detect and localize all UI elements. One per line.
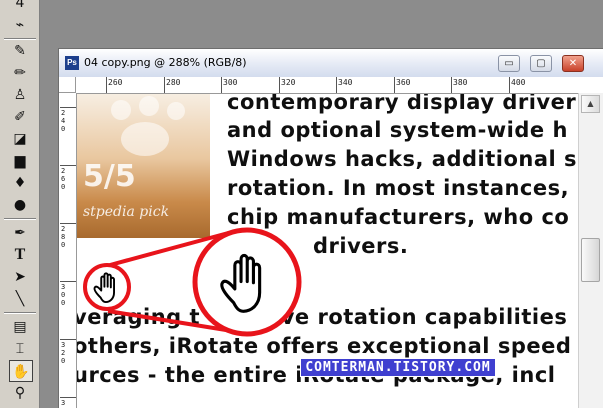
text-line: Windows hacks, additional s bbox=[227, 147, 578, 171]
watermark-banner: COMTERMAN.TISTORY.COM bbox=[300, 358, 496, 377]
zoom-tool-icon[interactable]: ⚲ bbox=[9, 382, 31, 404]
line-tool-icon[interactable]: ╲ bbox=[9, 288, 31, 310]
horizontal-ruler[interactable]: 260 280 300 320 340 360 380 400 bbox=[76, 77, 603, 94]
ruler-major-tick bbox=[279, 77, 280, 93]
ruler-major-tick bbox=[60, 397, 76, 398]
dodge-tool-icon[interactable]: ● bbox=[9, 194, 31, 216]
ruler-label: 280 bbox=[166, 78, 181, 87]
type-tool-icon[interactable]: T bbox=[9, 244, 31, 266]
text-line: drivers. bbox=[313, 234, 409, 258]
document-window: Ps 04 copy.png @ 288% (RGB/8) ▭ ▢ ✕ 260 … bbox=[58, 48, 603, 408]
minimize-button[interactable]: ▭ bbox=[498, 55, 520, 72]
ruler-major-tick bbox=[60, 281, 76, 282]
ruler-label: 280 bbox=[61, 225, 66, 249]
ruler-major-tick bbox=[164, 77, 165, 93]
ruler-major-tick bbox=[60, 223, 76, 224]
ruler-label: 320 bbox=[61, 341, 66, 365]
restore-button[interactable]: ▢ bbox=[530, 55, 552, 72]
ruler-label: 300 bbox=[61, 283, 66, 307]
ruler-major-tick bbox=[509, 77, 510, 93]
logo-paw-toe bbox=[167, 102, 185, 120]
path-selection-icon[interactable]: ➤ bbox=[9, 266, 31, 288]
ruler-major-tick bbox=[336, 77, 337, 93]
tools-palette: 4 ⌁ ✎ ✏ ♙ ✐ ◪ ▆ ♦ ● ✒ T ➤ ╲ ▤ ⌶ ✋ ⚲ bbox=[0, 0, 40, 408]
pen-tool-icon[interactable]: ✒ bbox=[9, 222, 31, 244]
scroll-thumb[interactable] bbox=[581, 238, 600, 282]
hand-tool-icon[interactable]: ✋ bbox=[9, 360, 33, 382]
text-line: chip manufacturers, who co bbox=[227, 205, 570, 229]
tool-separator bbox=[4, 312, 36, 314]
ruler-label: 260 bbox=[61, 167, 66, 191]
ruler-major-tick bbox=[221, 77, 222, 93]
text-line: and optional system-wide h bbox=[227, 118, 568, 142]
history-brush-icon[interactable]: ✐ bbox=[9, 106, 31, 128]
tool-top-partial[interactable]: 4 bbox=[9, 0, 31, 14]
gradient-tool-icon[interactable]: ▆ bbox=[9, 150, 31, 172]
document-title-bar[interactable]: Ps 04 copy.png @ 288% (RGB/8) ▭ ▢ ✕ bbox=[59, 49, 603, 78]
close-button[interactable]: ✕ bbox=[562, 55, 584, 72]
softpedia-pick-logo: 5/5 stpedia pick bbox=[77, 94, 210, 238]
text-line: others, iRotate offers exceptional speed bbox=[77, 334, 572, 358]
ruler-label: 260 bbox=[108, 78, 123, 87]
ruler-origin[interactable] bbox=[59, 77, 76, 93]
ruler-major-tick bbox=[60, 339, 76, 340]
ruler-major-tick bbox=[451, 77, 452, 93]
healing-brush-icon[interactable]: ✎ bbox=[9, 40, 31, 62]
scroll-up-button[interactable]: ▲ bbox=[581, 95, 600, 113]
text-line: rotation. In most instances, bbox=[227, 176, 570, 200]
logo-paw-toe bbox=[139, 96, 159, 116]
document-title: 04 copy.png @ 288% (RGB/8) bbox=[84, 56, 247, 69]
logo-caption: stpedia pick bbox=[83, 204, 170, 220]
pencil-tool-icon[interactable]: ✏ bbox=[9, 62, 31, 84]
blur-tool-icon[interactable]: ♦ bbox=[9, 172, 31, 194]
clone-stamp-icon[interactable]: ♙ bbox=[9, 84, 31, 106]
ruler-label: 340 bbox=[338, 78, 353, 87]
logo-paw-toe bbox=[111, 100, 131, 120]
ruler-label: 320 bbox=[281, 78, 296, 87]
vertical-ruler[interactable]: 240 260 280 300 320 340 bbox=[59, 93, 77, 408]
tool-separator bbox=[4, 218, 36, 220]
logo-paw-pad bbox=[121, 122, 169, 156]
ruler-label: 300 bbox=[223, 78, 238, 87]
ruler-label: 360 bbox=[396, 78, 411, 87]
brush-tool-icon[interactable]: ⌁ bbox=[9, 14, 31, 36]
photoshop-document-icon: Ps bbox=[65, 56, 79, 70]
ruler-label: 240 bbox=[61, 109, 66, 133]
ruler-label: 380 bbox=[453, 78, 468, 87]
eyedropper-tool-icon[interactable]: ⌶ bbox=[9, 338, 31, 360]
ruler-major-tick bbox=[60, 107, 76, 108]
vertical-scrollbar[interactable]: ▲ bbox=[578, 93, 603, 408]
eraser-tool-icon[interactable]: ◪ bbox=[9, 128, 31, 150]
ruler-label: 400 bbox=[511, 78, 526, 87]
logo-score: 5/5 bbox=[83, 159, 136, 194]
ruler-major-tick bbox=[60, 165, 76, 166]
ruler-major-tick bbox=[394, 77, 395, 93]
text-line: contemporary display driver bbox=[227, 94, 577, 114]
ruler-major-tick bbox=[106, 77, 107, 93]
notes-tool-icon[interactable]: ▤ bbox=[9, 316, 31, 338]
ruler-label: 340 bbox=[61, 399, 66, 408]
